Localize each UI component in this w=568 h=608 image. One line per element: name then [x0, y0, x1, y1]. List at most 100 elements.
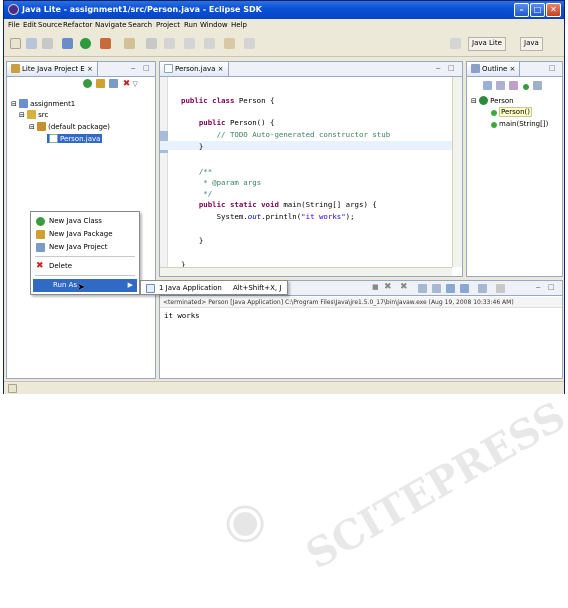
sort-icon[interactable]: [483, 81, 492, 90]
delete-icon: ✖: [36, 261, 44, 271]
code-line-main[interactable]: public static void main(String[] args) {: [181, 200, 377, 209]
external-tools-icon[interactable]: [100, 38, 111, 49]
menu-help[interactable]: Help: [231, 21, 247, 29]
outline-panel: Outline × □ ⊟ Person Person() main(Strin…: [466, 61, 563, 277]
tab-lite-java-project[interactable]: Lite Java Project E ×: [7, 62, 98, 76]
code-line-close-main[interactable]: }: [181, 236, 203, 245]
new-class-icon[interactable]: [83, 79, 92, 88]
menu-run[interactable]: Run: [184, 21, 197, 29]
perspective-java[interactable]: Java: [520, 37, 543, 51]
pin-console-icon[interactable]: [446, 284, 455, 293]
tree-item-person-java[interactable]: Person.java: [47, 134, 103, 143]
search-icon[interactable]: [164, 38, 175, 49]
hide-nonpublic-icon[interactable]: [522, 84, 529, 90]
code-line-javadoc-start[interactable]: /**: [181, 167, 212, 176]
menu-window[interactable]: Window: [200, 21, 228, 29]
public-method-icon: [491, 110, 497, 116]
tree-item-assignment1[interactable]: ⊟ assignment1: [11, 99, 75, 108]
new-package-icon[interactable]: [96, 79, 106, 88]
menu-project[interactable]: Project: [156, 21, 180, 29]
next-annotation-icon[interactable]: [184, 38, 195, 49]
fast-view-icon[interactable]: [8, 384, 17, 393]
editor-minimize-icon[interactable]: ─: [436, 65, 440, 73]
code-line-println[interactable]: System.out.println("it works");: [181, 212, 355, 221]
print-icon[interactable]: [42, 38, 53, 49]
terminate-icon[interactable]: ■: [372, 283, 379, 291]
minimize-button[interactable]: –: [514, 3, 529, 17]
remove-all-icon[interactable]: ✖: [400, 282, 408, 292]
editor-maximize-icon[interactable]: □: [448, 64, 455, 72]
editor-horizontal-scrollbar[interactable]: [160, 267, 452, 276]
menu-item-new-java-class[interactable]: New Java Class: [33, 215, 102, 228]
menu-file[interactable]: File: [8, 21, 20, 29]
new-package-icon: [36, 230, 45, 239]
source-folder-icon: [27, 110, 37, 119]
panel-maximize-icon[interactable]: □: [143, 64, 150, 72]
open-console-icon[interactable]: [478, 284, 487, 293]
hide-local-types-icon[interactable]: [532, 81, 542, 90]
class-icon: [479, 96, 489, 105]
menu-navigate[interactable]: Navigate: [95, 21, 126, 29]
tab-outline[interactable]: Outline ×: [467, 62, 521, 76]
code-line-todo-comment[interactable]: // TODO Auto-generated constructor stub: [181, 130, 391, 139]
forward-icon[interactable]: [244, 38, 255, 49]
remove-launch-icon[interactable]: ✖: [384, 282, 392, 292]
code-line-javadoc-end[interactable]: */: [181, 189, 212, 198]
hide-fields-icon[interactable]: [496, 81, 506, 90]
open-perspective-icon[interactable]: [450, 38, 461, 49]
prev-annotation-icon[interactable]: [204, 38, 215, 49]
run-icon[interactable]: [80, 38, 91, 49]
new-java-class-icon[interactable]: [124, 38, 135, 49]
explorer-toolbar: ✖ ▽: [83, 79, 138, 89]
submenu-item-java-application[interactable]: 1 Java Application Alt+Shift+X, J: [143, 282, 285, 295]
console-minimize-icon[interactable]: ─: [536, 284, 540, 292]
code-line-class[interactable]: public class Person {: [181, 96, 274, 105]
public-static-method-icon: [491, 122, 497, 128]
panel-minimize-icon[interactable]: ─: [131, 65, 135, 73]
hide-static-icon[interactable]: [509, 81, 519, 90]
save-icon[interactable]: [26, 38, 37, 49]
submenu-arrow-icon: ▶: [127, 281, 133, 289]
clear-console-icon[interactable]: [432, 284, 441, 293]
context-menu: New Java Class New Java Package New Java…: [30, 211, 140, 295]
menu-item-new-java-package[interactable]: New Java Package: [33, 228, 113, 241]
code-line-javadoc-param[interactable]: * @param args: [181, 178, 261, 187]
console-maximize-icon[interactable]: □: [548, 283, 555, 291]
perspective-java-lite[interactable]: Java Lite: [468, 37, 506, 51]
delete-icon[interactable]: ✖: [123, 79, 131, 89]
eclipse-window: Java Lite - assignment1/src/Person.java …: [3, 0, 568, 578]
open-type-icon[interactable]: [146, 38, 157, 49]
maximize-button[interactable]: □: [530, 3, 545, 17]
outline-item-person-class[interactable]: ⊟ Person: [471, 96, 514, 105]
console-view-menu-icon[interactable]: [496, 284, 505, 293]
back-icon[interactable]: [224, 38, 235, 49]
editor-vertical-scrollbar[interactable]: [452, 77, 462, 267]
menu-source[interactable]: Source: [38, 21, 62, 29]
status-bar: [4, 381, 564, 394]
tree-item-default-package[interactable]: ⊟ (default package): [29, 122, 110, 131]
outline-item-main[interactable]: main(String[]): [491, 120, 548, 128]
package-icon: [37, 122, 47, 131]
tab-person-java[interactable]: Person.java ×: [160, 62, 229, 76]
outline-item-constructor[interactable]: Person(): [491, 107, 532, 117]
view-menu-icon[interactable]: ▽: [132, 80, 137, 88]
menu-refactor[interactable]: Refactor: [63, 21, 92, 29]
console-output[interactable]: it works: [164, 311, 200, 320]
display-console-icon[interactable]: [460, 284, 469, 293]
project-explorer-icon: [11, 64, 20, 73]
menu-item-new-java-project[interactable]: New Java Project: [33, 241, 107, 254]
code-line-constructor[interactable]: public Person() {: [181, 118, 275, 127]
new-project-icon[interactable]: [109, 79, 119, 88]
tree-item-src[interactable]: ⊟ src: [19, 110, 48, 119]
outline-maximize-icon[interactable]: □: [549, 64, 556, 72]
menu-edit[interactable]: Edit: [23, 21, 37, 29]
menu-item-delete[interactable]: ✖ Delete: [33, 260, 72, 273]
close-button[interactable]: ✕: [546, 3, 561, 17]
menu-search[interactable]: Search: [128, 21, 152, 29]
console-terminated-status: <terminated> Person [Java Application] C…: [160, 297, 562, 308]
scroll-lock-icon[interactable]: [418, 284, 427, 293]
new-icon[interactable]: [10, 38, 21, 49]
editor-ruler: [160, 77, 168, 267]
debug-icon[interactable]: [62, 38, 73, 49]
code-line-close-constructor[interactable]: }: [181, 142, 203, 151]
